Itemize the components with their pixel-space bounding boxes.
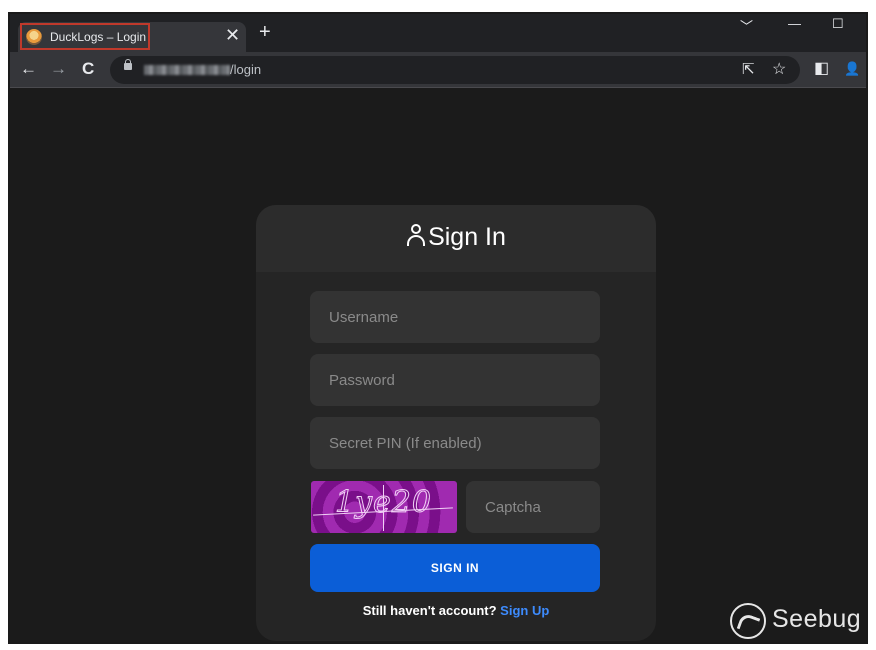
reload-icon[interactable]: C — [82, 59, 94, 79]
seebug-logo-icon — [730, 603, 766, 639]
browser-window: DuckLogs – Login ✕ + ﹀ — ☐ ← → C /login … — [8, 12, 868, 644]
signup-prompt-text: Still haven't account? — [362, 603, 497, 618]
browser-toolbar: ← → C /login ⇱ ☆ ◧ 👤 — [10, 52, 866, 88]
minimize-button[interactable]: — — [788, 16, 801, 31]
address-bar[interactable]: /login ⇱ ☆ — [110, 56, 800, 84]
sign-up-link[interactable]: Sign Up — [500, 603, 549, 618]
url-path: /login — [230, 62, 262, 77]
sign-in-button[interactable]: SIGN IN — [310, 544, 600, 592]
card-header: Sign In — [256, 205, 656, 272]
star-icon[interactable]: ☆ — [772, 60, 786, 80]
new-tab-button[interactable]: + — [259, 22, 271, 42]
watermark-text: Seebug — [772, 605, 862, 633]
tab-strip: DuckLogs – Login ✕ + ﹀ — ☐ — [10, 14, 866, 52]
url-host-blurred — [144, 65, 230, 75]
tab-search-icon[interactable]: ﹀ — [740, 16, 753, 35]
share-icon[interactable]: ⇱ — [742, 60, 755, 80]
page-content: Sign In 1ye20 SIGN IN Still haven't acco… — [10, 89, 866, 642]
profile-icon[interactable]: 👤 — [844, 59, 860, 79]
captcha-input[interactable] — [466, 481, 600, 533]
username-input[interactable] — [310, 291, 600, 343]
tab-title: DuckLogs – Login — [50, 30, 147, 44]
signup-prompt: Still haven't account? Sign Up — [256, 603, 656, 618]
secret-pin-input[interactable] — [310, 417, 600, 469]
password-input[interactable] — [310, 354, 600, 406]
duck-favicon-icon — [26, 29, 42, 45]
side-panel-icon[interactable]: ◧ — [814, 59, 829, 79]
forward-icon[interactable]: → — [50, 59, 67, 79]
tab-close-icon[interactable]: ✕ — [225, 25, 240, 46]
lock-icon — [124, 59, 132, 70]
user-icon — [406, 224, 426, 246]
login-title: Sign In — [256, 223, 656, 252]
login-title-text: Sign In — [428, 223, 506, 251]
maximize-button[interactable]: ☐ — [832, 16, 844, 32]
back-icon[interactable]: ← — [20, 59, 37, 79]
captcha-image: 1ye20 — [311, 481, 457, 533]
tab-active[interactable]: DuckLogs – Login ✕ — [18, 22, 246, 52]
login-card: Sign In 1ye20 SIGN IN Still haven't acco… — [256, 205, 656, 641]
